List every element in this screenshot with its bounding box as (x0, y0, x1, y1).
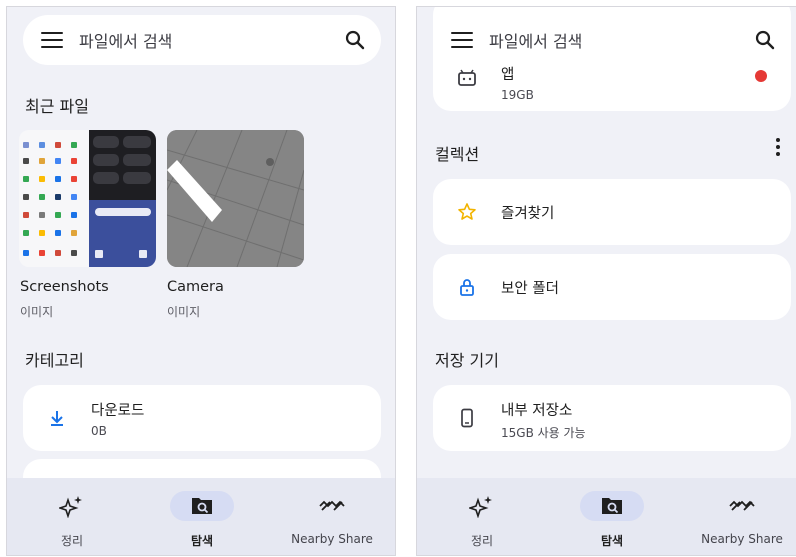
search-icon[interactable] (343, 28, 367, 52)
nav-browse[interactable]: 탐색 (547, 478, 677, 555)
menu-icon[interactable] (41, 32, 63, 48)
nav-clean-label: 정리 (60, 534, 84, 548)
menu-icon[interactable] (451, 32, 473, 48)
recent-files-title: 최근 파일 (25, 97, 89, 116)
bottom-navigation: 정리 탐색 Nearby Share (7, 478, 395, 555)
nav-browse-label: 탐색 (600, 534, 624, 548)
lock-icon (460, 279, 474, 296)
left-screen: 파일에서 검색 최근 파일 Screenshots 이미지 Camera 이미지… (6, 6, 396, 556)
apps-title: 앱 (501, 67, 515, 83)
phone-icon (461, 408, 473, 428)
nearby-share-icon (319, 500, 345, 511)
search-placeholder[interactable]: 파일에서 검색 (489, 28, 753, 52)
nav-nearby-share-label: Nearby Share (291, 532, 373, 546)
favorites-title: 즐겨찾기 (501, 206, 555, 222)
search-placeholder[interactable]: 파일에서 검색 (79, 28, 343, 52)
nav-nearby-share-label: Nearby Share (701, 532, 783, 546)
download-title: 다운로드 (91, 403, 145, 419)
storage-devices-title: 저장 기기 (435, 351, 499, 370)
camera-thumbnail[interactable] (167, 130, 304, 267)
nav-browse-label: 탐색 (190, 534, 214, 548)
screenshots-label: Screenshots (20, 279, 109, 295)
category-title: 카테고리 (25, 351, 84, 370)
collection-favorites[interactable]: 즐겨찾기 (433, 179, 791, 245)
screenshots-sub: 이미지 (20, 305, 54, 319)
nav-clean[interactable]: 정리 (7, 478, 137, 555)
download-icon (51, 411, 63, 426)
search-bar[interactable]: 파일에서 검색 (433, 15, 791, 65)
screenshots-thumbnail[interactable] (19, 130, 156, 267)
more-vert-icon[interactable] (775, 137, 781, 157)
bottom-navigation: 정리 탐색 Nearby Share (417, 478, 796, 555)
browse-folder-icon (192, 498, 212, 514)
internal-storage-sub: 15GB 사용 가능 (501, 426, 586, 440)
notification-dot (755, 70, 767, 82)
right-screen: 앱 19GB 파일에서 검색 컬렉션 즐겨찾기 보안 폴더 저장 기기 내부 저… (416, 6, 796, 556)
sparkle-icon (59, 496, 82, 518)
screenshots-preview-image (19, 130, 156, 267)
search-bar[interactable]: 파일에서 검색 (23, 15, 381, 65)
star-icon (458, 203, 476, 220)
download-sub: 0B (91, 424, 107, 438)
storage-internal[interactable]: 내부 저장소 15GB 사용 가능 (433, 385, 791, 451)
camera-preview-image (167, 130, 304, 267)
category-download[interactable]: 다운로드 0B (23, 385, 381, 451)
camera-label: Camera (167, 279, 224, 295)
internal-storage-title: 내부 저장소 (501, 403, 573, 419)
collection-secure-folder[interactable]: 보안 폴더 (433, 254, 791, 320)
nav-clean[interactable]: 정리 (417, 478, 547, 555)
camera-sub: 이미지 (167, 305, 201, 319)
android-icon (458, 69, 476, 86)
browse-folder-icon (602, 498, 622, 514)
sparkle-icon (469, 496, 492, 518)
nav-nearby-share[interactable]: Nearby Share (677, 478, 796, 555)
nav-clean-label: 정리 (470, 534, 494, 548)
nav-browse[interactable]: 탐색 (137, 478, 267, 555)
collection-title: 컬렉션 (435, 145, 480, 164)
nav-nearby-share[interactable]: Nearby Share (267, 478, 395, 555)
nearby-share-icon (729, 500, 755, 511)
secure-folder-title: 보안 폴더 (501, 281, 559, 297)
search-icon[interactable] (753, 28, 777, 52)
apps-sub: 19GB (501, 88, 534, 102)
